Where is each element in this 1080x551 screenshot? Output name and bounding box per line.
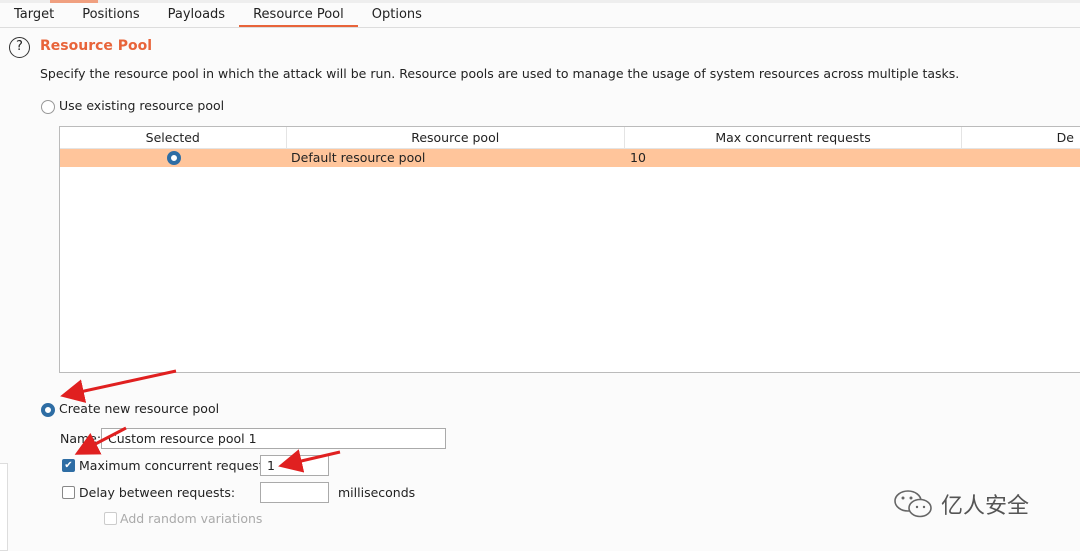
- create-new-radio[interactable]: [41, 403, 55, 417]
- table-row[interactable]: Default resource pool 10: [60, 149, 1080, 167]
- random-variations-label: Add random variations: [120, 511, 263, 526]
- wechat-icon: [894, 490, 932, 518]
- tab-payloads[interactable]: Payloads: [154, 3, 239, 27]
- max-concurrent-checkbox[interactable]: ✔: [62, 459, 75, 472]
- row-selected-radio[interactable]: [167, 151, 181, 165]
- tab-positions[interactable]: Positions: [68, 3, 153, 27]
- help-icon[interactable]: ?: [9, 37, 30, 58]
- create-new-label: Create new resource pool: [59, 401, 220, 416]
- max-concurrent-input[interactable]: 1: [260, 455, 329, 476]
- column-header-delay[interactable]: De: [962, 127, 1080, 148]
- side-panel-edge: [0, 463, 8, 551]
- use-existing-radio[interactable]: [41, 100, 55, 114]
- resource-pool-table: Selected Resource pool Max concurrent re…: [59, 126, 1080, 373]
- tab-bar: Target Positions Payloads Resource Pool …: [0, 3, 1080, 28]
- row-selected-cell: [60, 149, 287, 167]
- watermark: 亿人安全: [893, 488, 1029, 520]
- name-input[interactable]: Custom resource pool 1: [101, 428, 446, 449]
- column-header-selected[interactable]: Selected: [60, 127, 287, 148]
- section-description: Specify the resource pool in which the a…: [40, 66, 960, 81]
- delay-input[interactable]: [260, 482, 329, 503]
- delay-unit-label: milliseconds: [338, 485, 416, 500]
- row-max-cell: 10: [630, 150, 646, 165]
- tab-options[interactable]: Options: [358, 3, 436, 27]
- tab-target[interactable]: Target: [0, 3, 68, 27]
- row-pool-cell: Default resource pool: [291, 150, 426, 165]
- max-concurrent-label: Maximum concurrent requests:: [79, 458, 275, 473]
- arrow-to-create-radio: [60, 369, 177, 403]
- column-header-resource-pool[interactable]: Resource pool: [287, 127, 625, 148]
- use-existing-label: Use existing resource pool: [59, 98, 225, 113]
- tab-resource-pool[interactable]: Resource Pool: [239, 3, 358, 27]
- delay-checkbox[interactable]: [62, 486, 75, 499]
- watermark-text: 亿人安全: [941, 494, 1030, 519]
- random-variations-checkbox[interactable]: [104, 512, 117, 525]
- name-label: Name:: [60, 431, 102, 446]
- section-title: Resource Pool: [40, 38, 153, 54]
- column-header-max-concurrent[interactable]: Max concurrent requests: [625, 127, 963, 148]
- delay-label: Delay between requests:: [79, 485, 236, 500]
